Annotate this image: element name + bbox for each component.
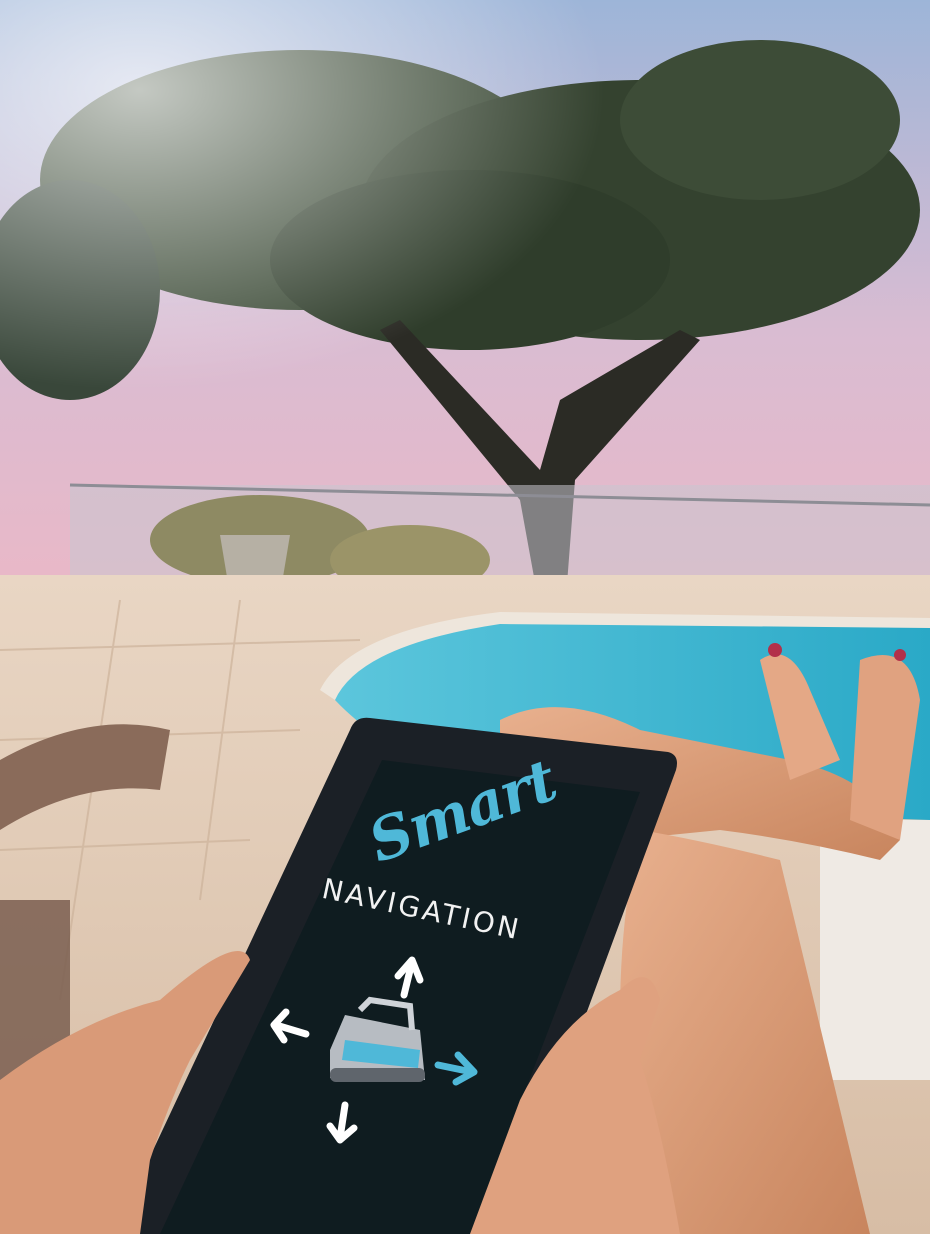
photo-scene: Smart NAVIGATION <box>0 0 930 1234</box>
scene-illustration <box>0 0 930 1234</box>
lounger-cushion <box>820 820 930 1080</box>
